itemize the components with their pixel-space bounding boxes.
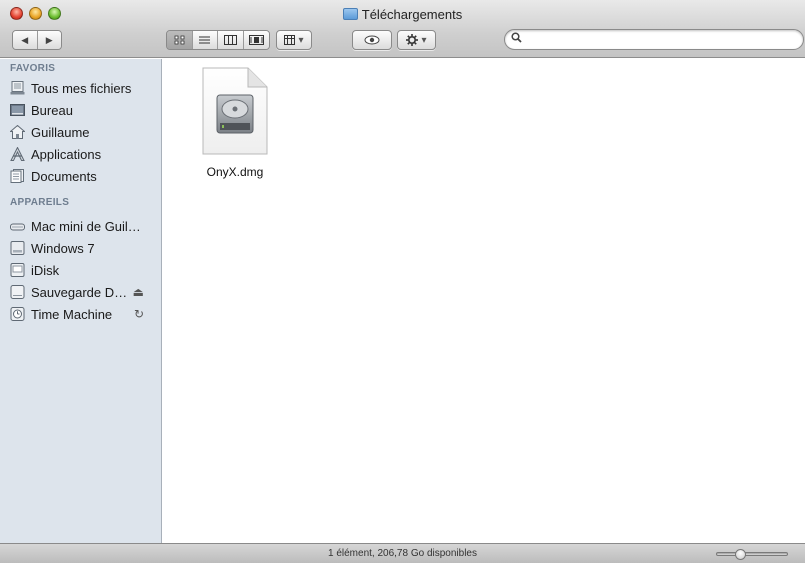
list-view-button[interactable]	[192, 31, 218, 49]
file-browser: OnyX.dmg	[163, 59, 805, 543]
sidebar-item-label: Time Machine	[31, 306, 113, 322]
documents-icon	[10, 169, 25, 183]
forward-arrow-icon: ▶	[45, 34, 53, 45]
back-arrow-icon: ◀	[21, 34, 29, 45]
coverflow-view-button[interactable]	[243, 31, 269, 49]
sidebar-item-time-machine[interactable]: Time Machine ↻	[10, 305, 148, 323]
disk-icon	[10, 241, 25, 255]
downloads-folder-icon	[342, 8, 358, 20]
sidebar: FAVORIS Tous mes fichiers Bureau Guillau…	[0, 59, 162, 543]
search-icon	[511, 32, 522, 46]
gear-icon	[406, 34, 419, 46]
arrange-grid-icon	[284, 35, 296, 45]
view-mode-control	[166, 30, 270, 50]
list-view-icon	[199, 36, 211, 44]
chevron-down-icon: ▾	[421, 34, 427, 46]
coverflow-view-icon	[248, 35, 264, 45]
action-button[interactable]: ▾	[397, 30, 436, 50]
chevron-down-icon: ▾	[298, 34, 304, 46]
icon-view-button[interactable]	[167, 31, 193, 49]
sidebar-item-idisk[interactable]: iDisk	[10, 261, 148, 279]
back-forward-control: ◀ ▶	[12, 30, 62, 50]
home-icon	[9, 124, 26, 139]
sidebar-item-all-files[interactable]: Tous mes fichiers	[10, 79, 148, 97]
arrange-button[interactable]: ▾	[276, 30, 312, 50]
forward-button[interactable]: ▶	[37, 31, 61, 49]
back-button[interactable]: ◀	[13, 31, 38, 49]
icon-size-slider[interactable]	[716, 549, 788, 560]
title-toolbar: Téléchargements ◀ ▶ ▾ ▾	[0, 0, 805, 58]
disk-image-icon	[202, 67, 268, 155]
window-title-text: Téléchargements	[361, 7, 463, 22]
sidebar-item-documents[interactable]: Documents	[10, 167, 148, 185]
sidebar-item-home[interactable]: Guillaume	[9, 123, 148, 141]
sidebar-section-favorites: FAVORIS	[10, 63, 56, 74]
desktop-icon	[10, 103, 25, 117]
time-machine-icon	[10, 307, 25, 321]
eject-icon[interactable]: ⏏	[133, 285, 144, 299]
sidebar-item-label: Documents	[31, 168, 97, 184]
sidebar-item-desktop[interactable]: Bureau	[10, 101, 148, 119]
sidebar-item-sauvegarde[interactable]: Sauvegarde D… ⏏	[10, 283, 148, 301]
quick-look-button[interactable]	[352, 30, 392, 50]
status-text: 1 élément, 206,78 Go disponibles	[328, 548, 477, 559]
search-field[interactable]	[504, 29, 804, 50]
sidebar-item-label: Mac mini de Guil…	[31, 218, 141, 234]
sync-icon: ↻	[133, 307, 144, 321]
column-view-icon	[223, 35, 237, 45]
icon-view-icon	[174, 35, 185, 45]
idisk-icon	[10, 263, 25, 277]
sidebar-item-label: Bureau	[31, 102, 73, 118]
status-bar: 1 élément, 206,78 Go disponibles	[0, 543, 805, 563]
finder-window: Téléchargements ◀ ▶ ▾ ▾ FAVORIS Tous mes…	[0, 0, 805, 563]
column-view-button[interactable]	[218, 31, 244, 49]
sidebar-item-mac-mini[interactable]: Mac mini de Guil…	[10, 217, 148, 235]
file-name: OnyX.dmg	[206, 165, 264, 179]
sidebar-section-devices: APPAREILS	[10, 197, 70, 208]
sidebar-item-applications[interactable]: Applications	[10, 145, 148, 163]
all-files-icon	[10, 81, 25, 95]
eye-icon	[364, 35, 380, 45]
sidebar-item-windows7[interactable]: Windows 7	[10, 239, 148, 257]
sidebar-item-label: Tous mes fichiers	[31, 80, 132, 96]
sidebar-item-label: Applications	[31, 146, 102, 162]
window-title: Téléchargements	[0, 7, 805, 22]
computer-icon	[10, 219, 25, 233]
file-item[interactable]: OnyX.dmg	[199, 67, 271, 179]
sidebar-item-label: iDisk	[31, 262, 60, 278]
sidebar-item-label: Sauvegarde D…	[31, 284, 128, 300]
applications-icon	[10, 146, 25, 161]
slider-knob[interactable]	[735, 549, 746, 560]
sidebar-item-label: Guillaume	[31, 124, 90, 140]
search-input[interactable]	[527, 32, 787, 47]
external-disk-icon	[10, 285, 25, 299]
sidebar-item-label: Windows 7	[31, 240, 95, 256]
